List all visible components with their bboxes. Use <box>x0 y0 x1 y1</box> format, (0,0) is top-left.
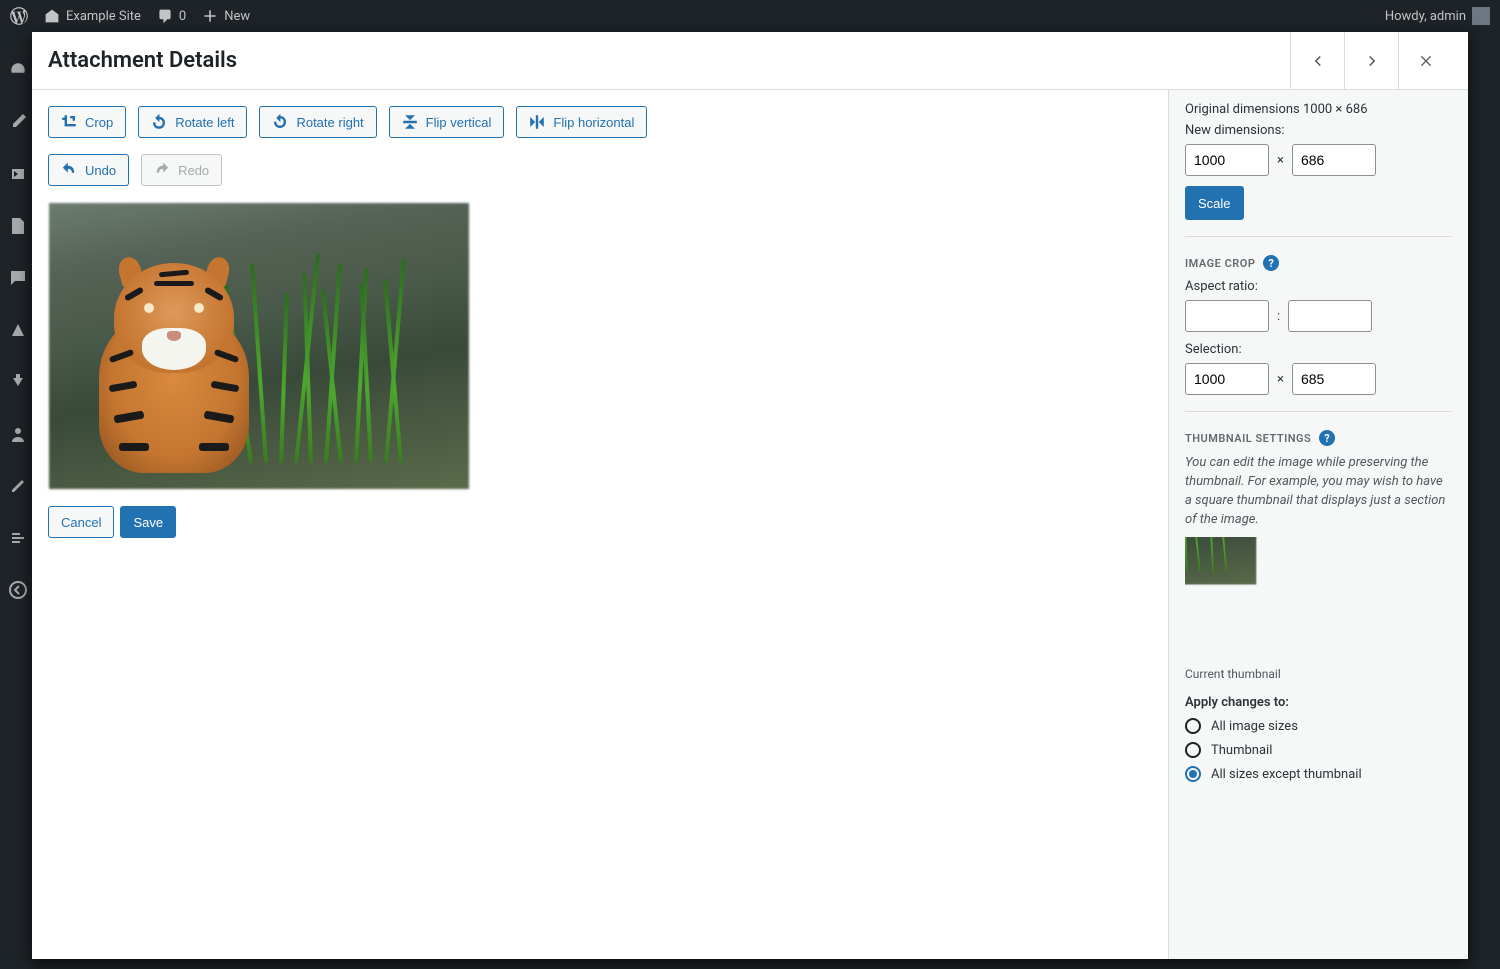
aspect-ratio-row: : <box>1185 300 1452 332</box>
side-panel: Original dimensions 1000 × 686 New dimen… <box>1168 90 1468 959</box>
selection-width-input[interactable] <box>1185 363 1269 395</box>
radio-all-label: All image sizes <box>1211 719 1298 734</box>
radio-icon <box>1185 766 1201 782</box>
scale-button[interactable]: Scale <box>1185 186 1244 220</box>
aspect-height-input[interactable] <box>1288 300 1372 332</box>
thumbnail-preview <box>1185 537 1311 663</box>
site-name-link[interactable]: Example Site <box>44 8 141 24</box>
scale-width-input[interactable] <box>1185 144 1269 176</box>
site-name-text: Example Site <box>66 9 141 24</box>
appearance-icon[interactable] <box>8 320 28 344</box>
cancel-button[interactable]: Cancel <box>48 506 114 538</box>
scale-row: × <box>1185 144 1452 176</box>
aspect-width-input[interactable] <box>1185 300 1269 332</box>
media-icon[interactable] <box>8 164 28 188</box>
posts-icon[interactable] <box>8 112 28 136</box>
radio-icon <box>1185 742 1201 758</box>
aspect-ratio-label: Aspect ratio: <box>1185 279 1452 294</box>
help-icon[interactable]: ? <box>1319 430 1335 446</box>
prev-button[interactable] <box>1290 32 1344 89</box>
rotate-left-label: Rotate left <box>175 115 234 130</box>
rotate-right-button[interactable]: Rotate right <box>259 106 376 138</box>
attachment-details-modal: Attachment Details Crop Rot <box>32 32 1468 959</box>
admin-bar: Example Site 0 New Howdy, admin <box>0 0 1500 32</box>
colon-separator: : <box>1277 309 1280 324</box>
times-separator: × <box>1277 153 1284 168</box>
avatar <box>1472 7 1490 25</box>
rotate-right-label: Rotate right <box>296 115 363 130</box>
comments-count: 0 <box>179 9 186 24</box>
crop-button[interactable]: Crop <box>48 106 126 138</box>
flip-vertical-label: Flip vertical <box>426 115 492 130</box>
comments-link[interactable]: 0 <box>157 8 186 24</box>
undo-label: Undo <box>85 163 116 178</box>
selection-height-input[interactable] <box>1292 363 1376 395</box>
selection-row: × <box>1185 363 1452 395</box>
new-dimensions-label: New dimensions: <box>1185 123 1452 138</box>
howdy-text: Howdy, admin <box>1385 9 1466 24</box>
comments-icon[interactable] <box>8 268 28 292</box>
radio-except-thumbnail[interactable]: All sizes except thumbnail <box>1185 766 1452 782</box>
modal-header-buttons <box>1290 32 1452 89</box>
main-panel: Crop Rotate left Rotate right Flip verti… <box>32 90 1168 959</box>
selection-label: Selection: <box>1185 342 1452 357</box>
thumbnail-description: You can edit the image while preserving … <box>1185 454 1452 529</box>
tiger-image <box>49 203 469 489</box>
apply-changes-label: Apply changes to: <box>1185 695 1452 710</box>
crop-label: Crop <box>85 115 113 130</box>
radio-except-label: All sizes except thumbnail <box>1211 767 1362 782</box>
save-button[interactable]: Save <box>120 506 176 538</box>
action-row: Cancel Save <box>48 506 1152 538</box>
original-dimensions-text: Original dimensions 1000 × 686 <box>1185 102 1452 117</box>
flip-vertical-button[interactable]: Flip vertical <box>389 106 505 138</box>
new-content-label: New <box>224 9 250 24</box>
user-menu[interactable]: Howdy, admin <box>1385 7 1490 25</box>
collapse-icon[interactable] <box>8 580 28 604</box>
admin-menu <box>0 32 36 969</box>
flip-horizontal-button[interactable]: Flip horizontal <box>516 106 647 138</box>
edit-toolbar: Crop Rotate left Rotate right Flip verti… <box>48 106 1152 138</box>
radio-thumb-label: Thumbnail <box>1211 743 1272 758</box>
redo-label: Redo <box>178 163 209 178</box>
users-icon[interactable] <box>8 424 28 448</box>
wp-logo[interactable] <box>10 7 28 25</box>
cancel-label: Cancel <box>61 515 101 530</box>
rotate-left-button[interactable]: Rotate left <box>138 106 247 138</box>
flip-horizontal-label: Flip horizontal <box>553 115 634 130</box>
dashboard-icon[interactable] <box>8 60 28 84</box>
next-button[interactable] <box>1344 32 1398 89</box>
radio-thumbnail[interactable]: Thumbnail <box>1185 742 1452 758</box>
history-toolbar: Undo Redo <box>48 154 1152 186</box>
modal-header: Attachment Details <box>32 32 1468 90</box>
radio-icon <box>1185 718 1201 734</box>
times-separator2: × <box>1277 372 1284 387</box>
thumbnail-settings-heading: THUMBNAIL SETTINGS ? <box>1185 430 1452 446</box>
tools-icon[interactable] <box>8 476 28 500</box>
scale-button-label: Scale <box>1198 196 1231 211</box>
help-icon[interactable]: ? <box>1263 255 1279 271</box>
new-content-link[interactable]: New <box>202 8 250 24</box>
pages-icon[interactable] <box>8 216 28 240</box>
scale-height-input[interactable] <box>1292 144 1376 176</box>
redo-button: Redo <box>141 154 222 186</box>
radio-all-sizes[interactable]: All image sizes <box>1185 718 1452 734</box>
modal-title: Attachment Details <box>48 48 237 73</box>
close-button[interactable] <box>1398 32 1452 89</box>
plugins-icon[interactable] <box>8 372 28 396</box>
image-crop-heading: IMAGE CROP ? <box>1185 255 1452 271</box>
undo-button[interactable]: Undo <box>48 154 129 186</box>
current-thumbnail-label: Current thumbnail <box>1185 667 1452 681</box>
settings-icon[interactable] <box>8 528 28 552</box>
save-label: Save <box>133 515 163 530</box>
image-crop-area[interactable] <box>48 202 470 490</box>
modal-body: Crop Rotate left Rotate right Flip verti… <box>32 90 1468 959</box>
